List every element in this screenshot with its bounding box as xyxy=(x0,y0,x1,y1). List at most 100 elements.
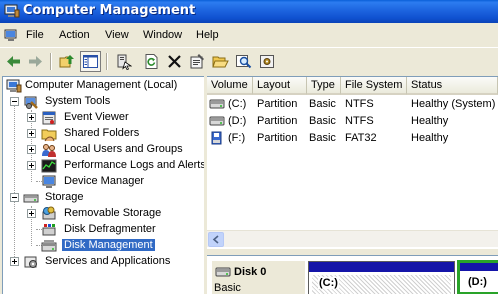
volume-type: Basic xyxy=(309,132,336,144)
open-button[interactable] xyxy=(210,51,231,72)
performance-icon xyxy=(41,159,57,173)
window-title: Computer Management xyxy=(23,3,196,18)
volume-name: (D:) xyxy=(228,115,247,127)
volume-layout: Partition xyxy=(257,132,298,144)
users-icon xyxy=(42,144,56,157)
tree-item-device-manager[interactable]: Device Manager xyxy=(5,174,203,190)
back-button[interactable] xyxy=(3,51,24,72)
expand-toggle[interactable] xyxy=(27,161,36,170)
tree-item-system-tools[interactable]: System Tools xyxy=(5,94,203,110)
volume-layout: Partition xyxy=(257,115,298,127)
event-viewer-icon xyxy=(42,111,56,125)
volume-file-system: FAT32 xyxy=(345,132,377,144)
table-row[interactable]: (F:) Partition Basic FAT32 Healthy xyxy=(207,130,498,147)
settings-button[interactable] xyxy=(257,51,278,72)
toolbar xyxy=(0,47,498,74)
partition-c[interactable]: (C:) xyxy=(308,261,455,294)
volume-status: Healthy xyxy=(411,132,449,144)
column-header-type[interactable]: Type xyxy=(307,77,341,95)
menu-bar: File Action View Window Help xyxy=(0,25,498,46)
menu-view[interactable]: View xyxy=(105,29,129,41)
collapse-toggle[interactable] xyxy=(10,97,19,106)
table-row[interactable]: (C:) Partition Basic NTFS Healthy (Syste… xyxy=(207,96,498,113)
properties-button[interactable] xyxy=(187,51,208,72)
tree-item-disk-defragmenter[interactable]: Disk Defragmenter xyxy=(5,222,203,238)
storage-icon xyxy=(23,194,39,203)
partition-header-bar xyxy=(309,262,454,272)
search-icon xyxy=(236,55,252,69)
find-button[interactable] xyxy=(233,51,254,72)
tree-item-disk-management[interactable]: Disk Management xyxy=(5,238,203,254)
delete-icon xyxy=(168,55,181,68)
disk-graphical-view[interactable]: Disk 0 Basic (C:) (D:) xyxy=(207,255,498,294)
title-bar[interactable]: Computer Management xyxy=(0,0,498,23)
tree-item-removable-storage[interactable]: Removable Storage xyxy=(5,206,203,222)
forward-button[interactable] xyxy=(25,51,46,72)
up-one-level-button[interactable] xyxy=(57,51,78,72)
volume-type: Basic xyxy=(309,98,336,110)
drive-icon xyxy=(209,116,225,126)
delete-button[interactable] xyxy=(164,51,185,72)
tree-item-root[interactable]: Computer Management (Local) xyxy=(5,78,203,94)
volume-type: Basic xyxy=(309,115,336,127)
volume-list[interactable]: Volume Layout Type File System Status (C… xyxy=(207,76,498,249)
back-arrow-icon xyxy=(7,56,20,67)
console-tree[interactable]: Computer Management (Local) System Tools… xyxy=(2,76,204,294)
partition-body: (C:) xyxy=(312,275,451,294)
tree-item-label: Disk Defragmenter xyxy=(64,223,156,235)
volume-name: (F:) xyxy=(228,132,246,144)
drive-icon xyxy=(209,99,225,109)
expand-toggle[interactable] xyxy=(10,257,19,266)
scroll-left-button[interactable] xyxy=(208,232,224,247)
tree-item-local-users-groups[interactable]: Local Users and Groups xyxy=(5,142,203,158)
menu-window[interactable]: Window xyxy=(143,29,182,41)
disk-info[interactable]: Disk 0 Basic xyxy=(212,261,305,294)
computer-management-icon xyxy=(4,4,20,18)
horizontal-scrollbar[interactable] xyxy=(207,230,498,247)
toolbar-separator xyxy=(50,53,52,70)
expand-toggle[interactable] xyxy=(27,113,36,122)
expand-toggle[interactable] xyxy=(27,129,36,138)
menu-file[interactable]: File xyxy=(26,29,44,41)
tree-item-event-viewer[interactable]: Event Viewer xyxy=(5,110,203,126)
partition-label: (C:) xyxy=(318,277,339,289)
removable-storage-icon xyxy=(42,206,56,220)
tree-item-shared-folders[interactable]: Shared Folders xyxy=(5,126,203,142)
disk-icon xyxy=(215,267,231,277)
tree-item-performance-logs[interactable]: Performance Logs and Alerts xyxy=(5,158,204,174)
mdi-child-icon[interactable] xyxy=(4,28,20,43)
volume-layout: Partition xyxy=(257,98,298,110)
computer-management-icon xyxy=(6,79,22,93)
partition-label: (D:) xyxy=(468,276,487,288)
table-row[interactable]: (D:) Partition Basic NTFS Healthy xyxy=(207,113,498,130)
tree-item-label: Shared Folders xyxy=(64,127,140,139)
shared-folder-icon xyxy=(41,129,57,142)
volume-file-system: NTFS xyxy=(345,115,374,127)
partition-header-bar xyxy=(460,263,498,271)
column-header-file-system[interactable]: File System xyxy=(341,77,407,95)
connect-button[interactable] xyxy=(113,51,134,72)
removable-drive-icon xyxy=(211,131,222,145)
collapse-toggle[interactable] xyxy=(10,193,19,202)
menu-help[interactable]: Help xyxy=(196,29,219,41)
tree-item-label: System Tools xyxy=(45,95,111,107)
expand-toggle[interactable] xyxy=(27,145,36,154)
partition-d[interactable]: (D:) xyxy=(457,260,498,294)
tree-item-services-applications[interactable]: Services and Applications xyxy=(5,254,203,270)
column-header-layout[interactable]: Layout xyxy=(253,77,307,95)
menu-action[interactable]: Action xyxy=(59,29,90,41)
tree-item-label: Computer Management (Local) xyxy=(25,79,178,91)
tree-item-storage[interactable]: Storage xyxy=(5,190,203,206)
settings-icon xyxy=(260,55,274,68)
column-header-status[interactable]: Status xyxy=(407,77,498,95)
expand-toggle[interactable] xyxy=(27,209,36,218)
show-hide-console-tree-button[interactable] xyxy=(80,51,101,72)
forward-arrow-icon xyxy=(29,56,42,67)
tree-item-label: Disk Management xyxy=(62,239,155,251)
up-folder-icon xyxy=(59,55,74,68)
partition-body: (D:) xyxy=(462,273,498,292)
column-header-volume[interactable]: Volume xyxy=(207,77,253,95)
system-tools-icon xyxy=(24,96,38,109)
volume-name: (C:) xyxy=(228,98,247,110)
refresh-button[interactable] xyxy=(141,51,162,72)
